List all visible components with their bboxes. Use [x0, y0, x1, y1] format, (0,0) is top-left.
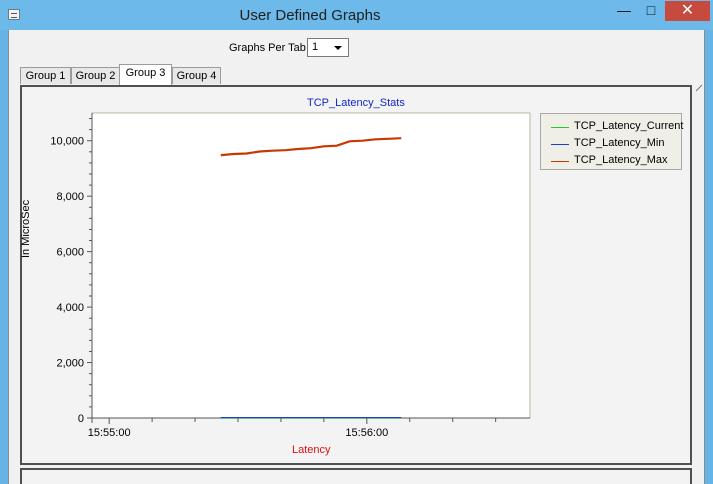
- tab-group-1[interactable]: Group 1: [20, 67, 71, 84]
- close-button[interactable]: ✕: [665, 1, 710, 21]
- second-graph-panel: [20, 468, 692, 484]
- legend-swatch-min: [551, 144, 569, 145]
- tab-group-2[interactable]: Group 2: [71, 67, 120, 84]
- legend-swatch-max: [551, 161, 569, 162]
- x-axis-label: Latency: [292, 444, 331, 456]
- x-tick-label: 15:56:00: [345, 427, 388, 439]
- plot-area: [91, 112, 531, 419]
- y-tick-label: 8,000: [56, 191, 84, 203]
- window-title: User Defined Graphs: [239, 7, 381, 24]
- tab-group-4[interactable]: Group 4: [172, 67, 221, 84]
- tab-group-3[interactable]: Group 3: [119, 64, 172, 85]
- legend-swatch-current: [551, 127, 569, 128]
- graphs-per-tab-value: 1: [312, 41, 319, 53]
- chart-title: TCP_Latency_Stats: [307, 97, 405, 109]
- y-tick-label: 10,000: [50, 136, 84, 148]
- y-axis-label: In MicroSec: [20, 199, 32, 258]
- legend-label-max: TCP_Latency_Max: [574, 154, 668, 166]
- chart-legend: TCP_Latency_Current TCP_Latency_Min TCP_…: [540, 113, 684, 170]
- legend-label-min: TCP_Latency_Min: [574, 137, 665, 149]
- y-tick-label: 6,000: [56, 247, 84, 259]
- x-tick-label: 15:55:00: [88, 427, 131, 439]
- y-tick-label: 2,000: [56, 358, 84, 370]
- title-bar[interactable]: User Defined Graphs — □ ✕: [0, 0, 713, 30]
- legend-label-current: TCP_Latency_Current: [574, 120, 684, 132]
- y-tick-label: 4,000: [56, 302, 84, 314]
- resize-grip-icon[interactable]: [695, 84, 703, 92]
- app-window: User Defined Graphs — □ ✕ Graphs Per Tab…: [0, 0, 713, 484]
- minimize-button[interactable]: —: [611, 1, 637, 21]
- graphs-per-tab-select[interactable]: 1: [307, 38, 349, 57]
- maximize-button[interactable]: □: [638, 1, 664, 21]
- graphs-per-tab-label: Graphs Per Tab: [229, 42, 306, 54]
- y-tick-label: 0: [78, 413, 84, 425]
- chevron-down-icon: [334, 46, 342, 50]
